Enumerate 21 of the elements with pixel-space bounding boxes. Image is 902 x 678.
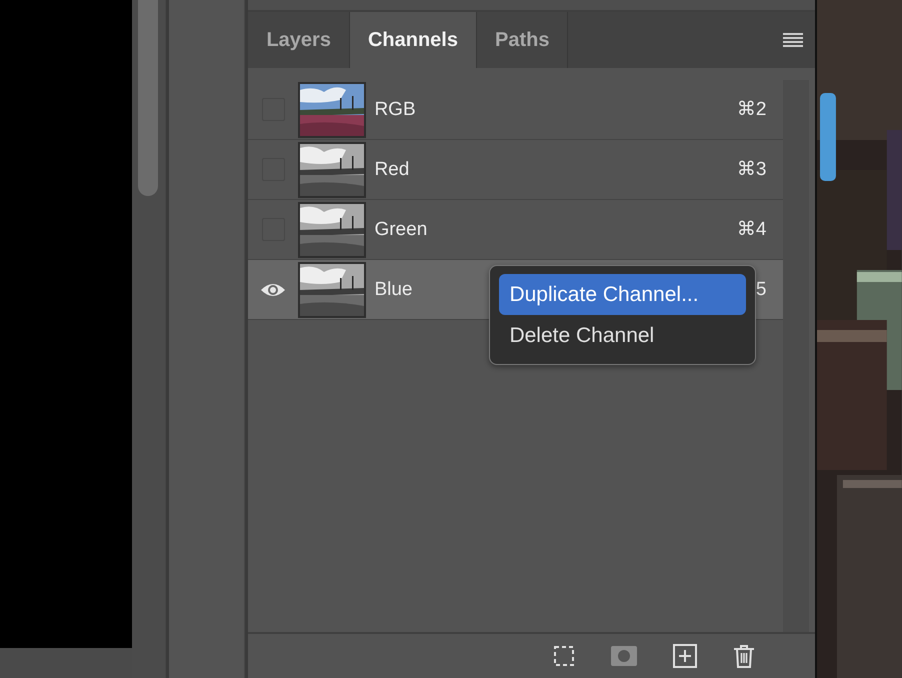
scrollbar[interactable] (783, 80, 810, 632)
trash-icon[interactable] (733, 644, 756, 668)
eye-icon[interactable] (260, 282, 286, 298)
tab[interactable]: Channels (350, 12, 477, 68)
channel-name: Green (374, 218, 428, 240)
channel-name: Red (374, 158, 410, 180)
channel-name: Blue (374, 278, 412, 300)
shortcut-label: ⌘4 (736, 218, 766, 241)
channel-name: RGB (374, 98, 416, 120)
channel-row[interactable]: Red ⌘3 (248, 140, 784, 200)
menu-icon[interactable] (783, 33, 804, 47)
channel-row[interactable]: RGB ⌘2 (248, 80, 784, 140)
shortcut-label: 5 (756, 278, 766, 300)
mask-icon[interactable] (611, 646, 638, 666)
shortcut-label: ⌘3 (736, 158, 766, 181)
channel-row[interactable]: Green ⌘4 (248, 200, 784, 260)
scrollbar[interactable] (132, 0, 165, 678)
menu-item[interactable]: Duplicate Channel... (499, 274, 746, 315)
selection-icon[interactable] (553, 645, 576, 667)
add-icon[interactable] (673, 644, 698, 668)
shortcut-label: ⌘2 (736, 98, 766, 121)
